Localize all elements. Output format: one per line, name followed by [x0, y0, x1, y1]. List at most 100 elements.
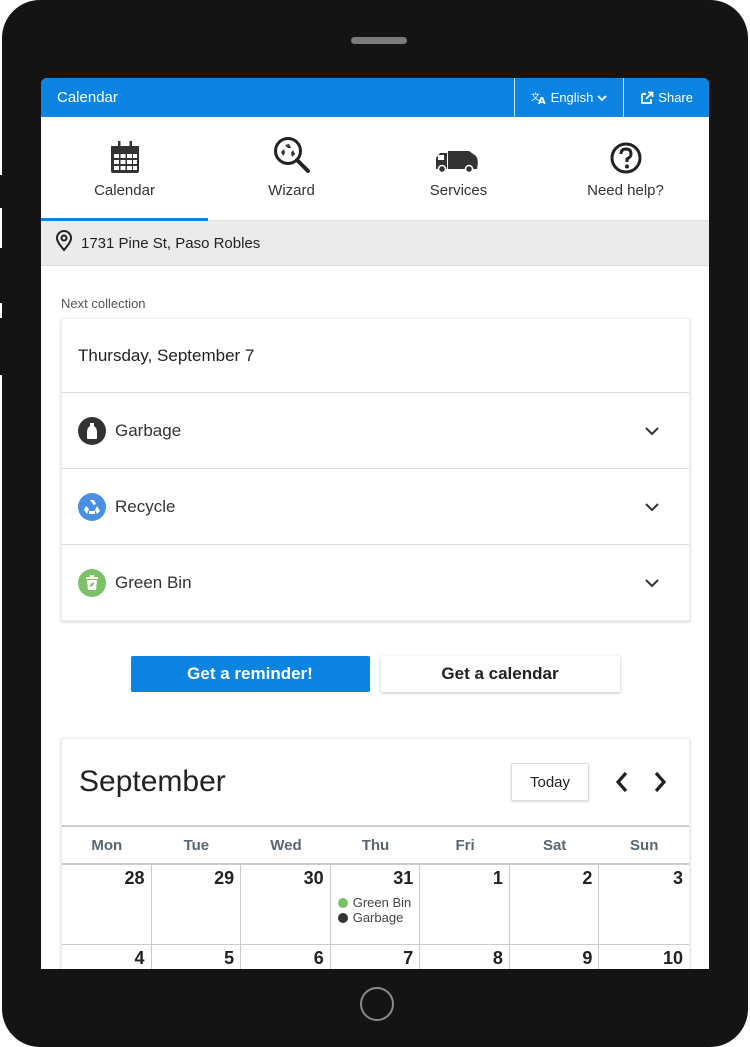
- calendar-day-cell[interactable]: 3: [599, 865, 689, 945]
- weekday-header: Mon Tue Wed Thu Fri Sat Sun: [62, 827, 689, 865]
- home-button[interactable]: [360, 987, 394, 1021]
- collection-item-label: Garbage: [115, 420, 182, 440]
- calendar-grid: 28 29 30 31 Green Bin Garbage 1 2 3 4 5 6 7 8 9 10: [62, 865, 689, 969]
- address-text: 1731 Pine St, Paso Robles: [81, 234, 261, 252]
- weekday-label: Mon: [91, 836, 123, 854]
- calendar-day-cell[interactable]: 8: [420, 945, 510, 969]
- tablet-speaker: [351, 37, 407, 44]
- language-selector[interactable]: 文A English: [513, 78, 624, 117]
- calendar-day-number: 31: [393, 868, 414, 888]
- calendar-day-number: 6: [313, 948, 324, 968]
- chevron-down-icon: [645, 421, 659, 441]
- calendar-day-number: 28: [124, 868, 145, 888]
- calendar-day-number: 2: [582, 868, 593, 888]
- nav-tab-label: Wizard: [268, 182, 315, 199]
- collection-item-recycle[interactable]: Recycle: [62, 469, 689, 545]
- chevron-right-icon: [654, 771, 667, 793]
- recycle-search-icon: [273, 137, 311, 174]
- calendar-day-cell[interactable]: 28: [62, 865, 152, 945]
- top-bar: Calendar 文A English Share: [41, 78, 709, 117]
- collection-item-label: Recycle: [115, 496, 176, 516]
- share-icon: [640, 91, 654, 104]
- calendar-day-number: 5: [224, 948, 235, 968]
- chevron-down-icon: [597, 94, 607, 102]
- get-reminder-button[interactable]: Get a reminder!: [130, 656, 370, 692]
- calendar-day-number: 8: [492, 948, 503, 968]
- side-button-mute: [0, 175, 6, 208]
- calendar-day-cell[interactable]: 10: [599, 945, 689, 969]
- recycle-icon: [78, 492, 106, 521]
- next-collection-date: Thursday, September 7: [62, 319, 689, 393]
- event-label: Garbage: [352, 910, 404, 925]
- calendar-day-number: 9: [582, 948, 593, 968]
- calendar-day-number: 29: [214, 868, 235, 888]
- nav-tab-services[interactable]: Services: [375, 117, 542, 220]
- language-label: English: [550, 90, 594, 105]
- weekday-label: Sat: [542, 836, 567, 854]
- next-collection-label: Next collection: [61, 296, 146, 311]
- nav-tab-calendar[interactable]: Calendar: [41, 117, 208, 221]
- calendar-day-cell[interactable]: 6: [241, 945, 331, 969]
- side-button-volume-down: [0, 318, 6, 375]
- calendar-icon: [110, 138, 140, 174]
- calendar-day-number: 3: [672, 868, 683, 888]
- today-button[interactable]: Today: [511, 763, 589, 801]
- calendar-day-cell[interactable]: 5: [152, 945, 242, 969]
- weekday-label: Tue: [183, 836, 210, 854]
- weekday-label: Thu: [361, 836, 390, 854]
- next-collection-card: Thursday, September 7 Garbage Recycle Gr…: [61, 318, 690, 621]
- month-calendar: September Today Mon Tue Wed Thu Fri Sat …: [61, 738, 690, 969]
- app-title: Calendar: [57, 89, 118, 106]
- calendar-day-number: 30: [303, 868, 324, 888]
- green-bin-icon: [78, 568, 106, 597]
- nav-tab-wizard[interactable]: Wizard: [208, 117, 375, 220]
- calendar-day-cell[interactable]: 31 Green Bin Garbage: [330, 865, 421, 945]
- side-button-volume-up: [0, 248, 6, 303]
- get-calendar-button[interactable]: Get a calendar: [380, 656, 620, 692]
- translate-icon: 文A: [531, 91, 547, 105]
- calendar-day-cell[interactable]: 2: [509, 865, 600, 945]
- previous-month-button[interactable]: [611, 767, 633, 797]
- calendar-event[interactable]: Green Bin: [337, 895, 412, 910]
- calendar-day-number: 4: [134, 948, 145, 968]
- calendar-month-title: September: [79, 765, 226, 798]
- calendar-day-cell[interactable]: 7: [331, 945, 421, 969]
- event-dot-icon: [337, 897, 348, 908]
- calendar-day-cell[interactable]: 9: [510, 945, 600, 969]
- main-nav: Calendar Wizard Services Need help?: [41, 117, 709, 221]
- calendar-day-cell[interactable]: 4: [62, 945, 152, 969]
- garbage-truck-icon: [435, 138, 483, 174]
- help-icon: [610, 138, 642, 174]
- svg-text:A: A: [538, 96, 546, 105]
- calendar-day-number: 1: [492, 868, 503, 888]
- map-pin-icon: [55, 230, 81, 256]
- chevron-down-icon: [645, 573, 659, 593]
- event-dot-icon: [337, 912, 348, 923]
- calendar-day-number: 7: [403, 948, 414, 968]
- calendar-day-cell[interactable]: 1: [420, 865, 510, 945]
- chevron-down-icon: [645, 497, 659, 517]
- calendar-event[interactable]: Garbage: [337, 910, 412, 925]
- weekday-label: Sun: [630, 836, 659, 854]
- nav-tab-label: Need help?: [587, 182, 664, 199]
- address-bar[interactable]: 1731 Pine St, Paso Robles: [41, 221, 709, 266]
- nav-tab-help[interactable]: Need help?: [542, 117, 709, 220]
- nav-tab-label: Calendar: [94, 182, 155, 199]
- app-screen: Calendar 文A English Share Calendar Wizar…: [41, 78, 709, 969]
- calendar-day-events: Green Bin Garbage: [337, 895, 412, 925]
- share-label: Share: [658, 90, 693, 105]
- next-month-button[interactable]: [649, 767, 671, 797]
- collection-item-green-bin[interactable]: Green Bin: [62, 545, 689, 620]
- calendar-day-cell[interactable]: 30: [241, 865, 331, 945]
- garbage-bag-icon: [78, 416, 106, 445]
- calendar-header: September Today: [62, 739, 689, 827]
- action-buttons: Get a reminder! Get a calendar: [41, 656, 709, 692]
- weekday-label: Wed: [270, 836, 302, 854]
- collection-item-garbage[interactable]: Garbage: [62, 393, 689, 469]
- calendar-day-cell[interactable]: 29: [151, 865, 242, 945]
- nav-tab-label: Services: [429, 182, 488, 199]
- event-label: Green Bin: [352, 895, 412, 910]
- share-button[interactable]: Share: [623, 78, 709, 117]
- collection-item-label: Green Bin: [115, 572, 192, 592]
- weekday-label: Fri: [455, 836, 475, 854]
